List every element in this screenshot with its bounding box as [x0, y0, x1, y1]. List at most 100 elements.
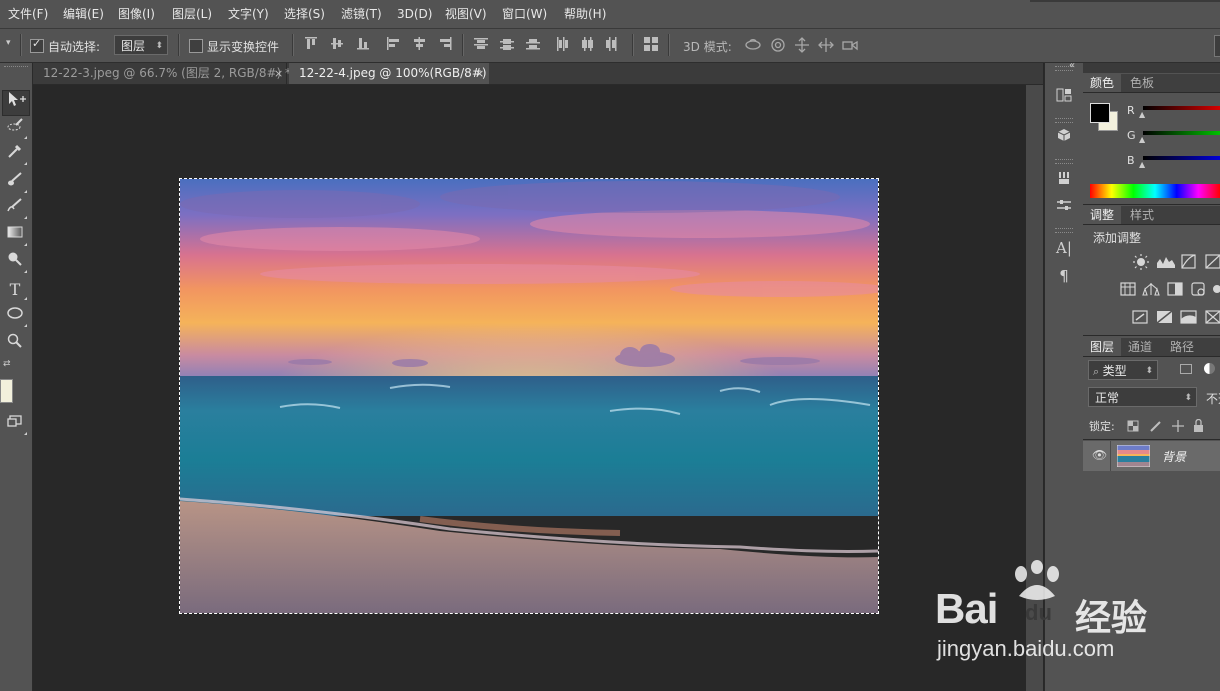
mode-3d-label: 3D 模式: [683, 40, 732, 54]
sand-layer [180, 501, 878, 613]
3d-panel-button[interactable] [1054, 127, 1074, 147]
brush-presets-icon [1059, 172, 1069, 184]
scale-3d-icon [842, 40, 858, 51]
align-right-icon [440, 37, 452, 50]
tab-swatches[interactable]: 色板 [1123, 74, 1161, 92]
shape-tool[interactable] [2, 305, 28, 329]
document-tab-title: 12-22-3.jpeg @ 66.7% (图层 2, RGB/8#) * [43, 66, 292, 80]
green-slider-thumb[interactable]: ▲ [1139, 135, 1145, 144]
menu-layer[interactable]: 图层(L) [172, 0, 212, 28]
blue-slider-thumb[interactable]: ▲ [1139, 160, 1145, 169]
brush-presets-button[interactable] [1054, 170, 1074, 190]
menu-3d[interactable]: 3D(D) [397, 0, 432, 28]
tool-preset-arrow-icon[interactable]: ▾ [6, 38, 11, 48]
tab-styles[interactable]: 样式 [1123, 206, 1161, 224]
distribute-vcenter-icon [500, 39, 514, 50]
filter-adjustment-layer-icon[interactable] [1204, 363, 1215, 374]
paragraph-icon: ¶ [1059, 267, 1069, 285]
brush-icon [8, 172, 22, 186]
red-slider[interactable] [1143, 106, 1220, 110]
color-spectrum-ramp[interactable] [1090, 184, 1220, 198]
collapse-panels-icon[interactable]: « [1069, 60, 1075, 71]
posterize-icon [1205, 310, 1220, 324]
layers-panel-tabs: 图层 通道 路径 [1083, 338, 1220, 357]
menu-type[interactable]: 文字(Y) [228, 0, 269, 28]
quick-select-tool[interactable] [2, 117, 28, 141]
toolbox-grip[interactable] [4, 66, 28, 69]
menu-help[interactable]: 帮助(H) [564, 0, 606, 28]
layer-filter-dropdown[interactable]: ⌕ 类型 ⬍ [1088, 360, 1158, 380]
show-transform-checkbox[interactable] [189, 39, 203, 53]
auto-select-label: 自动选择: [48, 40, 101, 54]
brush-panel-button[interactable] [1054, 197, 1074, 217]
character-panel-button[interactable]: A| [1054, 238, 1074, 258]
tab-paths[interactable]: 路径 [1163, 338, 1201, 356]
menu-select[interactable]: 选择(S) [284, 0, 325, 28]
swap-colors-icon[interactable]: ⇄ [3, 359, 17, 369]
dock-header: « [1069, 60, 1220, 73]
document-tab-1[interactable]: 12-22-3.jpeg @ 66.7% (图层 2, RGB/8#) * × [33, 63, 291, 84]
menu-image[interactable]: 图像(I) [118, 0, 155, 28]
filter-pixel-layer-icon[interactable] [1180, 364, 1192, 374]
menu-filter[interactable]: 滤镜(T) [341, 0, 382, 28]
strip-grip[interactable] [1055, 118, 1073, 123]
separator [20, 34, 22, 56]
blend-mode-dropdown[interactable]: 正常 ⬍ [1088, 387, 1197, 407]
tab-layers[interactable]: 图层 [1083, 338, 1122, 356]
sea-layer [180, 376, 878, 516]
gradient-tool[interactable] [2, 224, 28, 248]
background-color-swatch[interactable] [0, 379, 13, 403]
menu-window[interactable]: 窗口(W) [502, 0, 547, 28]
type-tool[interactable]: T [2, 278, 28, 302]
workspace-switcher[interactable] [1214, 35, 1220, 57]
dodge-tool[interactable] [2, 251, 28, 275]
tab-channels[interactable]: 通道 [1121, 338, 1159, 356]
mode-3d-buttons [745, 37, 858, 53]
strip-grip[interactable] [1055, 159, 1073, 164]
color-lookup-icon [1156, 310, 1173, 324]
green-slider[interactable] [1143, 131, 1220, 135]
levels-icon [1157, 257, 1175, 268]
vibrance-icon [1120, 282, 1136, 296]
close-tab-icon[interactable]: × [475, 63, 484, 84]
layer-row-background[interactable]: 👁 背景 [1083, 441, 1220, 471]
auto-align-icon[interactable] [644, 37, 660, 53]
history-brush-tool[interactable] [2, 197, 28, 221]
distribute-right-icon [606, 37, 617, 51]
auto-select-checkbox[interactable] [30, 37, 44, 53]
auto-select-target-dropdown[interactable]: 图层 ⬍ [114, 35, 168, 55]
visibility-eye-icon[interactable]: 👁 [1092, 448, 1107, 462]
brush-tool[interactable] [2, 171, 28, 195]
document-image[interactable] [179, 178, 879, 614]
document-tab-title: 12-22-4.jpeg @ 100%(RGB/8#) [299, 66, 487, 80]
menu-view[interactable]: 视图(V) [445, 0, 487, 28]
color-balance-icon [1167, 282, 1183, 296]
align-vcenter-icon [331, 38, 343, 49]
eyedropper-tool[interactable] [2, 143, 28, 167]
tab-adjustments[interactable]: 调整 [1083, 206, 1122, 224]
show-transform-label: 显示变换控件 [207, 40, 280, 54]
close-tab-icon[interactable]: × [274, 63, 283, 84]
panel-divider [1083, 204, 1220, 205]
blue-slider[interactable] [1143, 156, 1220, 160]
lock-transparent-icon [1127, 420, 1139, 432]
separator [632, 34, 634, 56]
sand-reflection [419, 516, 621, 536]
document-tab-2[interactable]: 12-22-4.jpeg @ 100%(RGB/8#) × [289, 63, 489, 84]
red-slider-thumb[interactable]: ▲ [1139, 110, 1145, 119]
zoom-icon [7, 333, 22, 348]
zoom-tool[interactable] [2, 333, 28, 357]
tab-color[interactable]: 颜色 [1083, 74, 1122, 92]
screen-mode-tool[interactable] [2, 413, 28, 437]
foreground-color-chip[interactable] [1090, 103, 1110, 123]
adjustment-icons-grid [1120, 254, 1220, 324]
history-panel-button[interactable] [1054, 87, 1074, 107]
menu-file[interactable]: 文件(F) [8, 0, 48, 28]
dodge-icon [8, 252, 22, 266]
move-tool[interactable] [2, 90, 30, 116]
lock-all-icon [1194, 419, 1203, 432]
menu-edit[interactable]: 编辑(E) [63, 0, 104, 28]
strip-grip[interactable] [1055, 228, 1073, 233]
gradient-icon [7, 226, 23, 238]
paragraph-panel-button[interactable]: ¶ [1054, 266, 1074, 286]
